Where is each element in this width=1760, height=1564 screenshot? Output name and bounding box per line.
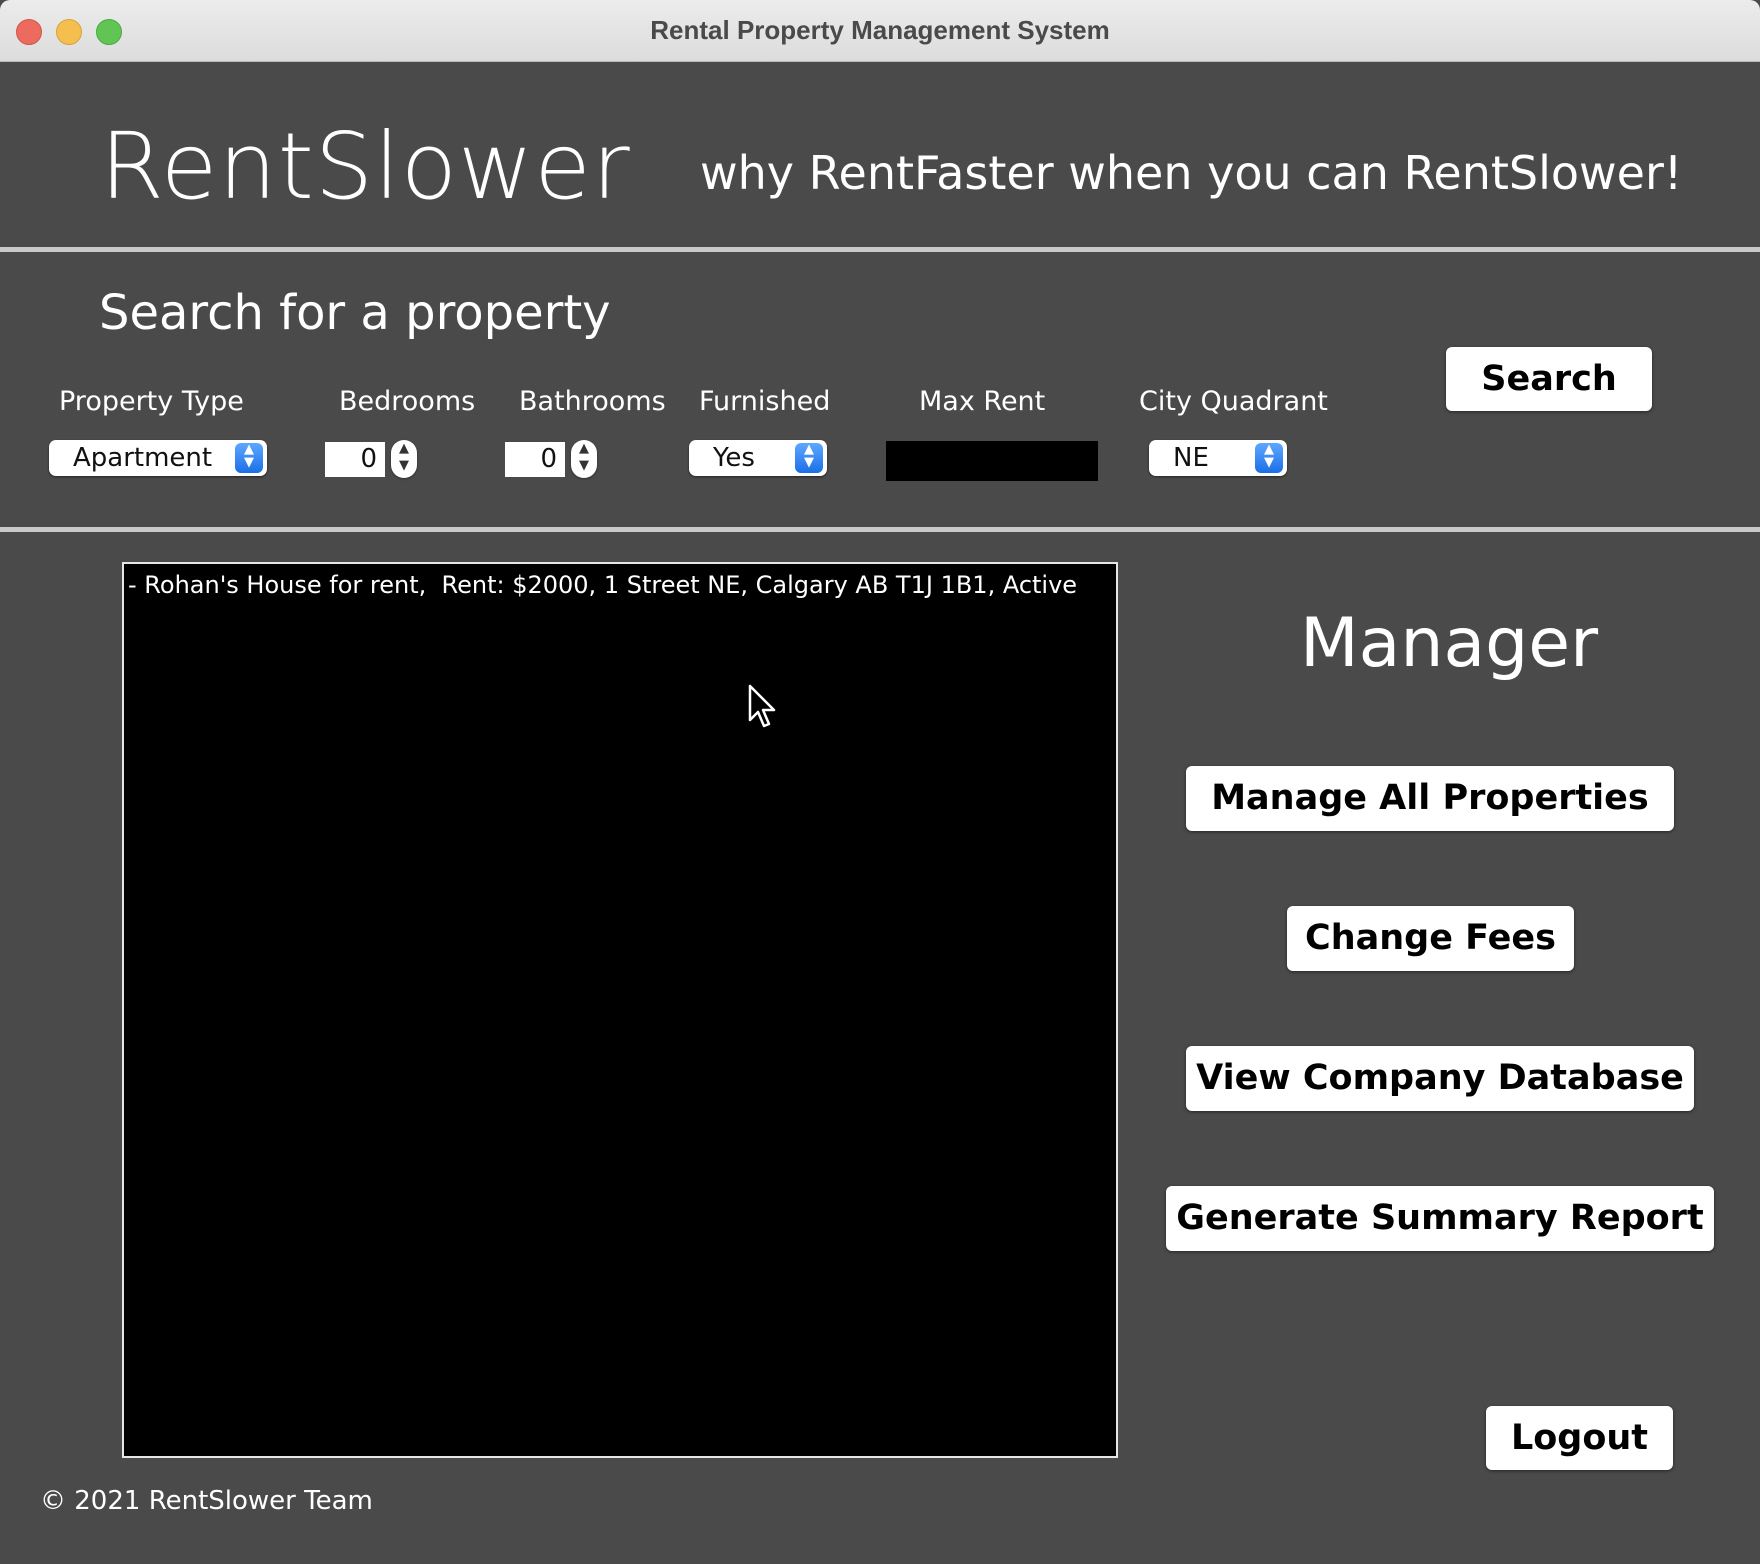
stepper-up-icon[interactable]: ▲ bbox=[391, 440, 417, 457]
city-quadrant-label: City Quadrant bbox=[1139, 386, 1328, 417]
bedrooms-spinner-field[interactable]: 0 bbox=[325, 442, 385, 477]
logout-button[interactable]: Logout bbox=[1486, 1406, 1673, 1470]
view-company-database-button[interactable]: View Company Database bbox=[1186, 1046, 1694, 1111]
app-window: Rental Property Management System RentSl… bbox=[0, 0, 1760, 1564]
window-title: Rental Property Management System bbox=[650, 15, 1110, 45]
change-fees-button[interactable]: Change Fees bbox=[1287, 906, 1574, 971]
furnished-label: Furnished bbox=[699, 386, 831, 417]
tagline: why RentFaster when you can RentSlower! bbox=[700, 146, 1683, 200]
bedrooms-stepper[interactable]: ▲ ▼ bbox=[391, 440, 417, 478]
stepper-down-icon[interactable]: ▼ bbox=[391, 457, 417, 474]
furnished-select[interactable]: Yes ▲ ▼ bbox=[689, 440, 827, 476]
bedrooms-label: Bedrooms bbox=[339, 386, 476, 417]
search-button[interactable]: Search bbox=[1446, 347, 1652, 411]
copyright-footer: © 2021 RentSlower Team bbox=[40, 1486, 373, 1516]
property-type-select[interactable]: Apartment ▲ ▼ bbox=[49, 440, 267, 476]
bathrooms-spinner-field[interactable]: 0 bbox=[505, 442, 565, 477]
results-list[interactable]: - Rohan's House for rent, Rent: $2000, 1… bbox=[122, 562, 1118, 1458]
bathrooms-label: Bathrooms bbox=[519, 386, 666, 417]
generate-summary-report-button[interactable]: Generate Summary Report bbox=[1166, 1186, 1714, 1251]
header-divider bbox=[0, 247, 1760, 252]
select-chevron-icon: ▲ ▼ bbox=[235, 443, 263, 473]
arrow-cursor-icon bbox=[748, 684, 776, 728]
list-item[interactable]: - Rohan's House for rent, Rent: $2000, 1… bbox=[128, 570, 1077, 600]
stepper-down-icon[interactable]: ▼ bbox=[571, 457, 597, 474]
stepper-up-icon[interactable]: ▲ bbox=[571, 440, 597, 457]
city-quadrant-value: NE bbox=[1173, 443, 1209, 473]
search-divider bbox=[0, 527, 1760, 532]
select-chevron-icon: ▲ ▼ bbox=[1255, 443, 1283, 473]
max-rent-label: Max Rent bbox=[919, 386, 1046, 417]
bathrooms-stepper[interactable]: ▲ ▼ bbox=[571, 440, 597, 478]
search-section-title: Search for a property bbox=[99, 285, 611, 341]
brand-logo-text: RentSlower bbox=[100, 113, 631, 220]
property-type-value: Apartment bbox=[73, 443, 213, 473]
manager-title: Manager bbox=[1300, 604, 1599, 683]
manage-all-properties-button[interactable]: Manage All Properties bbox=[1186, 766, 1674, 831]
furnished-value: Yes bbox=[713, 443, 755, 473]
property-type-label: Property Type bbox=[59, 386, 244, 417]
city-quadrant-select[interactable]: NE ▲ ▼ bbox=[1149, 440, 1287, 476]
select-chevron-icon: ▲ ▼ bbox=[795, 443, 823, 473]
title-bar: Rental Property Management System bbox=[0, 0, 1760, 62]
max-rent-input[interactable] bbox=[886, 441, 1098, 481]
